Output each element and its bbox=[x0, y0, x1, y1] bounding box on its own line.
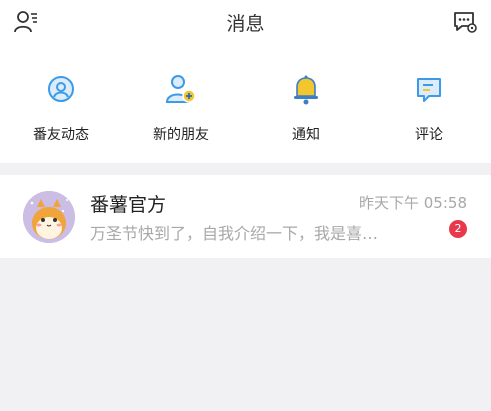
page-title: 消息 bbox=[226, 13, 265, 35]
add-friend-icon bbox=[165, 75, 196, 103]
quick-actions-panel: 番友动态 新的朋友 通知 评论 bbox=[0, 44, 491, 163]
quick-action-label: 评论 bbox=[415, 127, 443, 143]
conversation-time: 昨天下午 05:58 bbox=[359, 194, 467, 212]
comment-icon bbox=[417, 78, 441, 102]
chat-settings-icon[interactable] bbox=[452, 9, 478, 35]
conversation-preview: 万圣节快到了，自我介绍一下，我是喜… bbox=[90, 224, 379, 243]
unread-badge: 2 bbox=[449, 220, 467, 238]
conversation-name: 番薯官方 bbox=[90, 194, 167, 216]
quick-action-label: 通知 bbox=[292, 127, 320, 143]
friend-feed-button[interactable]: 番友动态 bbox=[6, 72, 116, 152]
comments-button[interactable]: 评论 bbox=[374, 72, 484, 152]
quick-action-label: 新的朋友 bbox=[153, 127, 209, 143]
avatar bbox=[23, 191, 75, 243]
top-bar: 消息 bbox=[0, 0, 491, 44]
conversation-item[interactable]: 番薯官方 昨天下午 05:58 万圣节快到了，自我介绍一下，我是喜… 2 bbox=[0, 175, 491, 258]
notifications-button[interactable]: 通知 bbox=[251, 72, 361, 152]
new-friends-button[interactable]: 新的朋友 bbox=[126, 72, 236, 152]
quick-action-label: 番友动态 bbox=[33, 127, 89, 143]
friend-feed-icon bbox=[48, 76, 74, 102]
bell-icon bbox=[294, 75, 318, 105]
